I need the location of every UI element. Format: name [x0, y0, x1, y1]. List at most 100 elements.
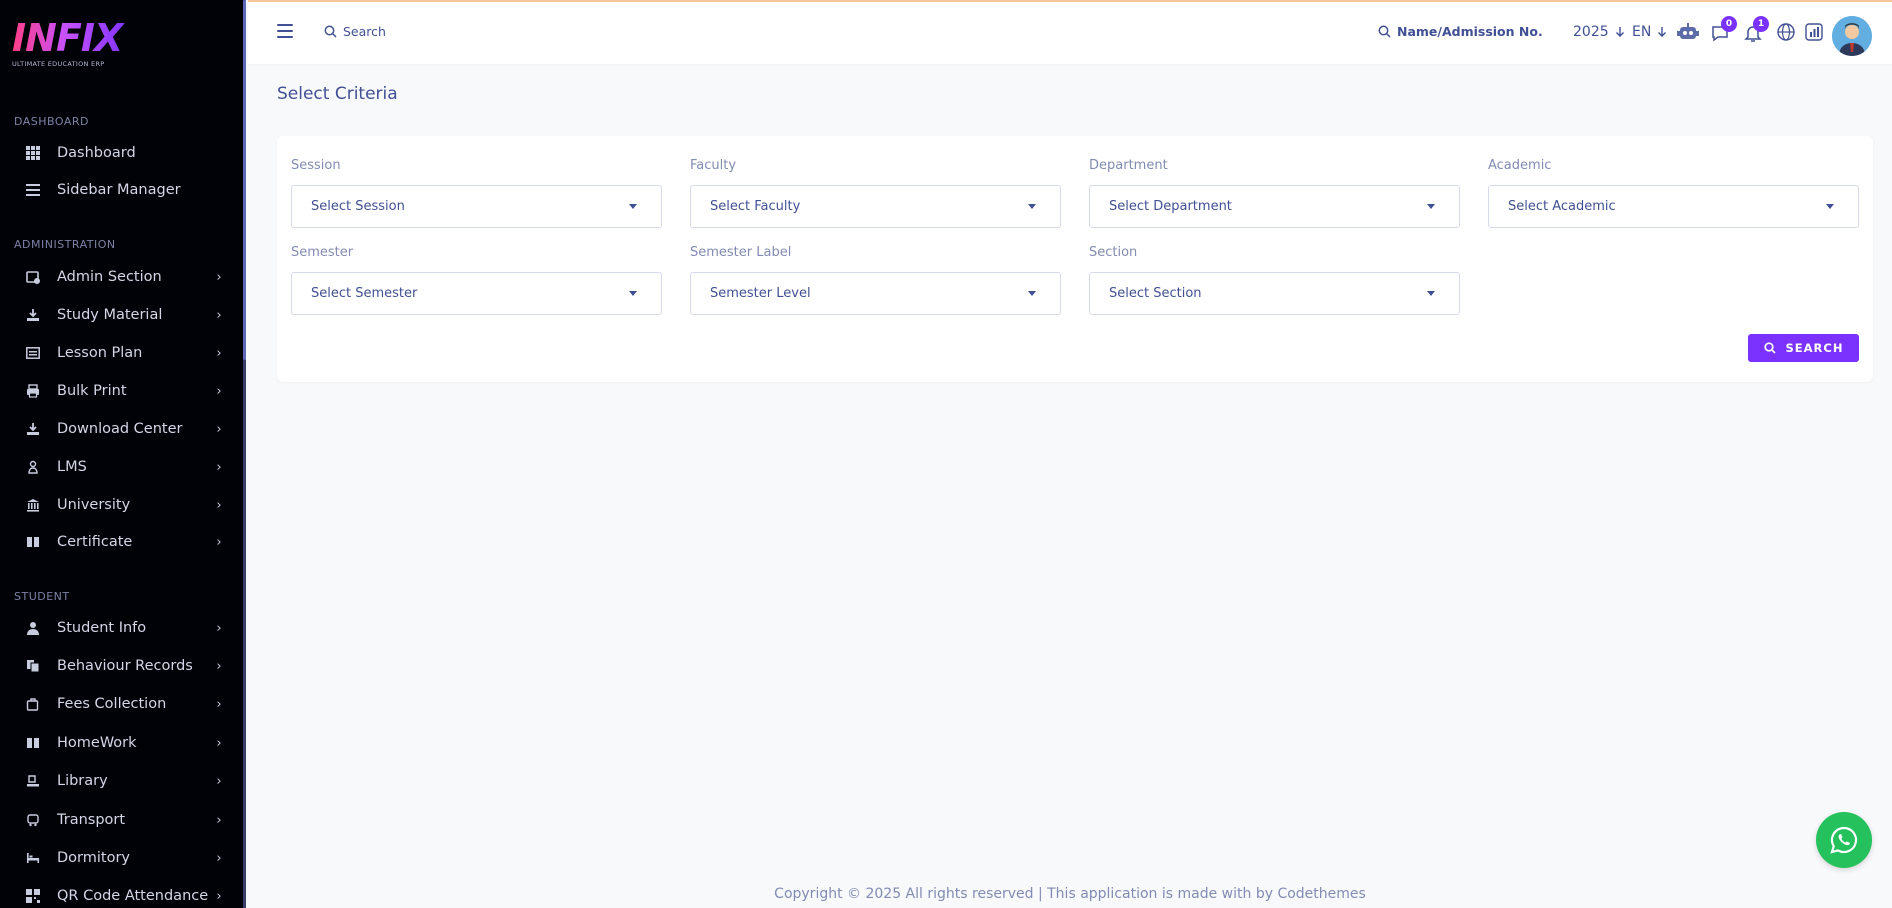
caret-down-icon	[1028, 291, 1036, 296]
academic-label: Academic	[1488, 158, 1552, 173]
sidebar-item-behaviour-records[interactable]: Behaviour Records ›	[0, 651, 240, 681]
sidebar-item-fees-collection[interactable]: Fees Collection ›	[0, 689, 240, 719]
sidebar-item-lms[interactable]: LMS ›	[0, 452, 240, 482]
sidebar-item-dormitory[interactable]: Dormitory ›	[0, 843, 240, 873]
semester-select[interactable]: Select Semester	[291, 272, 662, 315]
chevron-right-icon: ›	[216, 888, 222, 904]
sidebar-item-label: QR Code Attendance	[57, 888, 209, 904]
sidebar-item-label: Dashboard	[57, 145, 136, 161]
year-select[interactable]: 2025	[1573, 24, 1625, 40]
criteria-card	[277, 136, 1873, 382]
sidebar-scrollbar[interactable]	[243, 0, 246, 360]
semester-label-select[interactable]: Semester Level	[690, 272, 1061, 315]
website-globe-icon[interactable]	[1776, 22, 1798, 44]
sidebar-item-certificate[interactable]: Certificate ›	[0, 527, 240, 557]
section-label: Section	[1089, 245, 1138, 260]
lms-icon	[24, 459, 42, 475]
fees-icon	[24, 696, 42, 712]
notifications-count-badge: 1	[1753, 16, 1769, 32]
qr-icon	[24, 888, 42, 904]
caret-down-icon	[1028, 204, 1036, 209]
bed-icon	[24, 850, 42, 866]
chevron-right-icon: ›	[216, 497, 222, 513]
sidebar-item-admin-section[interactable]: Admin Section ›	[0, 262, 240, 292]
section-select-value: Select Section	[1109, 286, 1202, 301]
faculty-label: Faculty	[690, 158, 737, 173]
logo[interactable]: INFIX ULTIMATE EDUCATION ERP	[12, 18, 132, 70]
session-select[interactable]: Select Session	[291, 185, 662, 228]
bus-icon	[24, 812, 42, 828]
sidebar-item-label: Behaviour Records	[57, 658, 193, 674]
session-label: Session	[291, 158, 341, 173]
global-search[interactable]: Search	[324, 24, 386, 39]
caret-down-icon	[1427, 291, 1435, 296]
sidebar-item-study-material[interactable]: Study Material ›	[0, 300, 240, 330]
logo-text: INFIX	[12, 18, 132, 58]
sidebar-item-label: Dormitory	[57, 850, 130, 866]
department-select[interactable]: Select Department	[1089, 185, 1460, 228]
sidebar-item-label: Lesson Plan	[57, 345, 143, 361]
language-value: EN	[1632, 24, 1652, 40]
sidebar-item-university[interactable]: University ›	[0, 490, 240, 520]
page-title: Select Criteria	[277, 84, 398, 104]
chevron-right-icon: ›	[216, 850, 222, 866]
search-button[interactable]: SEARCH	[1748, 334, 1859, 362]
sidebar-item-label: Study Material	[57, 307, 163, 323]
sidebar-item-label: Certificate	[57, 534, 133, 550]
section-label-administration: ADMINISTRATION	[14, 238, 116, 251]
student-search[interactable]: Name/Admission No.	[1378, 24, 1543, 39]
sidebar-item-label: LMS	[57, 459, 87, 475]
sidebar-item-bulk-print[interactable]: Bulk Print ›	[0, 376, 240, 406]
grid-icon	[24, 145, 42, 161]
sidebar-item-download-center[interactable]: Download Center ›	[0, 414, 240, 444]
search-icon	[1763, 342, 1776, 354]
download-icon	[24, 421, 42, 437]
sidebar-item-sidebar-manager[interactable]: Sidebar Manager	[0, 175, 240, 205]
sidebar-item-qr-code-attendance[interactable]: QR Code Attendance ›	[0, 881, 240, 908]
language-select[interactable]: EN	[1632, 24, 1667, 40]
sidebar-item-transport[interactable]: Transport ›	[0, 805, 240, 835]
lesson-icon	[24, 345, 42, 361]
chevron-right-icon: ›	[216, 696, 222, 712]
faculty-select-value: Select Faculty	[710, 199, 801, 214]
sidebar-item-label: Student Info	[57, 620, 147, 636]
chevron-right-icon: ›	[216, 534, 222, 550]
sidebar-item-label: Download Center	[57, 421, 183, 437]
menu-toggle-icon[interactable]	[277, 24, 293, 40]
sidebar-item-library[interactable]: Library ›	[0, 766, 240, 796]
notifications-bell-icon[interactable]: 1	[1742, 16, 1769, 44]
academic-select[interactable]: Select Academic	[1488, 185, 1859, 228]
whatsapp-chat-button[interactable]	[1816, 812, 1872, 868]
sidebar-item-label: Fees Collection	[57, 696, 167, 712]
sidebar-item-label: Transport	[57, 812, 126, 828]
sidebar-item-student-info[interactable]: Student Info ›	[0, 613, 240, 643]
session-select-value: Select Session	[311, 199, 405, 214]
messages-icon[interactable]: 0	[1710, 16, 1737, 44]
chevron-right-icon: ›	[216, 421, 222, 437]
arrow-down-icon	[1615, 27, 1624, 37]
user-icon	[24, 620, 42, 636]
sidebar-item-dashboard[interactable]: Dashboard	[0, 138, 240, 168]
sidebar-item-lesson-plan[interactable]: Lesson Plan ›	[0, 338, 240, 368]
arrow-down-icon	[1658, 27, 1667, 37]
sidebar: INFIX ULTIMATE EDUCATION ERP DASHBOARD D…	[0, 0, 246, 908]
book-icon	[24, 735, 42, 751]
student-search-input[interactable]: Name/Admission No.	[1397, 24, 1543, 39]
department-select-value: Select Department	[1109, 199, 1232, 214]
analytics-icon[interactable]	[1804, 22, 1826, 44]
semester-select-value: Select Semester	[311, 286, 418, 301]
section-select[interactable]: Select Section	[1089, 272, 1460, 315]
chevron-right-icon: ›	[216, 812, 222, 828]
admin-icon	[24, 269, 42, 285]
caret-down-icon	[629, 291, 637, 296]
chevron-right-icon: ›	[216, 735, 222, 751]
avatar[interactable]	[1832, 16, 1872, 56]
sidebar-item-homework[interactable]: HomeWork ›	[0, 728, 240, 758]
chevron-right-icon: ›	[216, 269, 222, 285]
chevron-right-icon: ›	[216, 773, 222, 789]
semester-label-select-value: Semester Level	[710, 286, 811, 301]
faculty-select[interactable]: Select Faculty	[690, 185, 1061, 228]
whatsapp-icon	[1830, 826, 1858, 854]
chatbot-robot-icon[interactable]	[1676, 22, 1699, 44]
global-search-input[interactable]: Search	[343, 24, 386, 39]
